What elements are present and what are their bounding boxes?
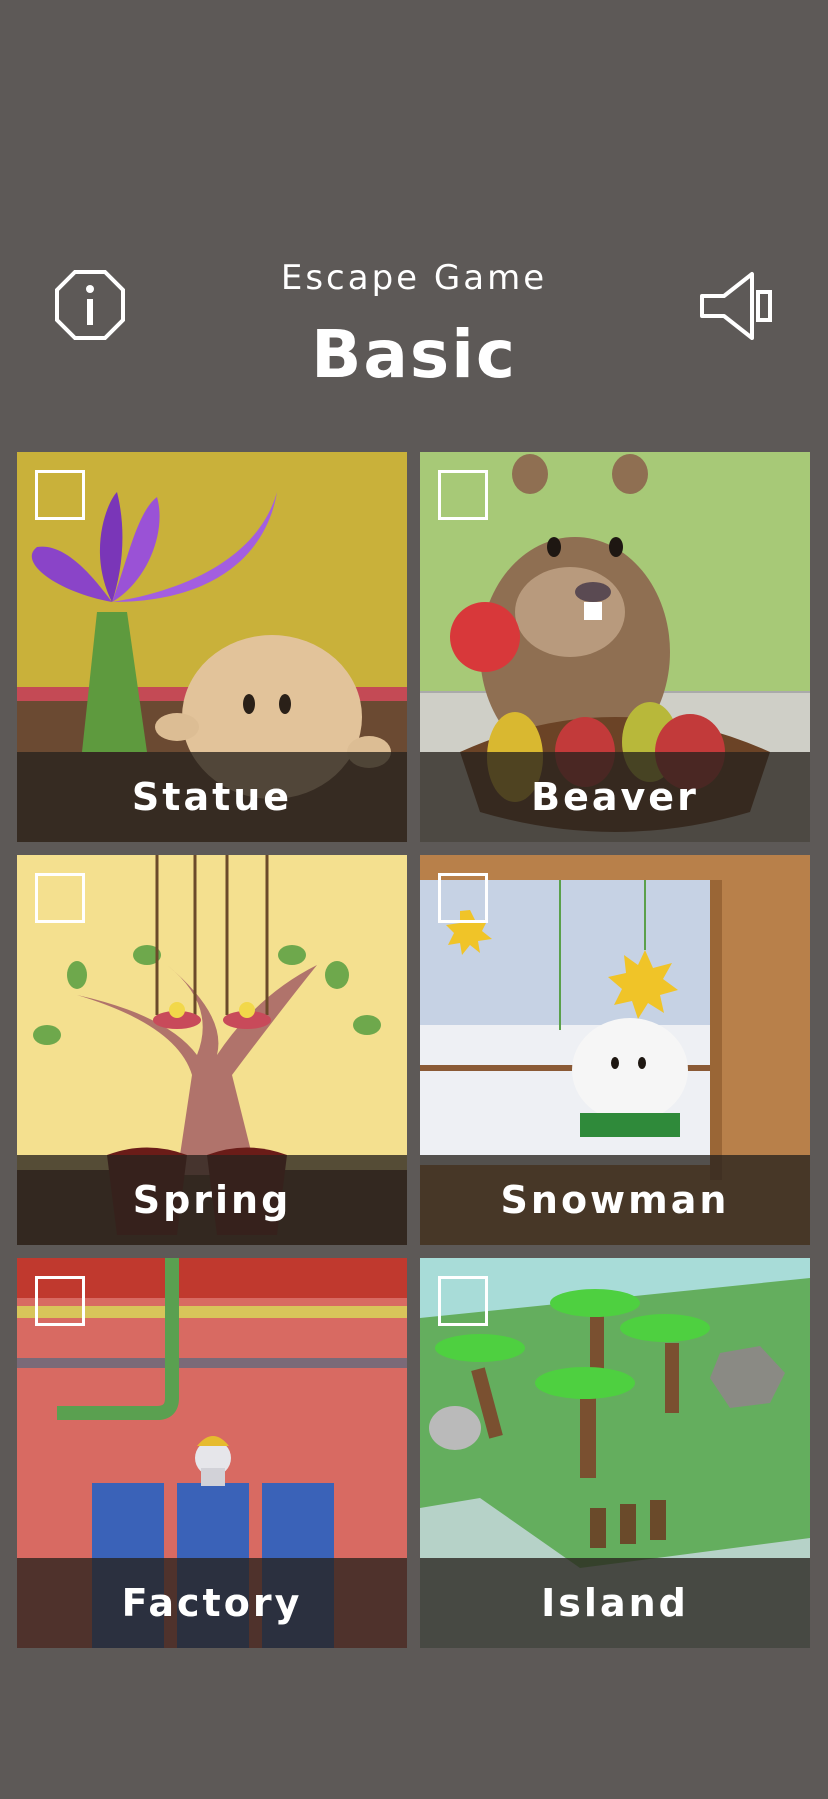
- level-label: Factory: [121, 1581, 303, 1625]
- level-label-bar: Spring: [17, 1155, 407, 1245]
- level-label: Beaver: [531, 775, 699, 819]
- level-label-bar: Island: [420, 1558, 810, 1648]
- level-label: Island: [541, 1581, 689, 1625]
- level-tile-statue[interactable]: Statue: [17, 452, 407, 842]
- level-label: Snowman: [500, 1178, 730, 1222]
- completion-checkbox: [35, 873, 85, 923]
- completion-checkbox: [438, 1276, 488, 1326]
- level-tile-snowman[interactable]: Snowman: [420, 855, 810, 1245]
- header: Escape Game Basic: [0, 0, 828, 440]
- level-tile-spring[interactable]: Spring: [17, 855, 407, 1245]
- level-label: Statue: [131, 775, 293, 819]
- level-tile-factory[interactable]: Factory: [17, 1258, 407, 1648]
- level-tile-island[interactable]: Island: [420, 1258, 810, 1648]
- completion-checkbox: [35, 1276, 85, 1326]
- level-label-bar: Factory: [17, 1558, 407, 1648]
- completion-checkbox: [35, 470, 85, 520]
- speaker-icon: [700, 272, 772, 340]
- completion-checkbox: [438, 873, 488, 923]
- level-label-bar: Beaver: [420, 752, 810, 842]
- level-label: Spring: [132, 1178, 292, 1222]
- level-label-bar: Snowman: [420, 1155, 810, 1245]
- completion-checkbox: [438, 470, 488, 520]
- level-grid: Statue Beaver Spring Snowman Factory Isl…: [17, 452, 811, 1648]
- sound-button[interactable]: [698, 270, 774, 342]
- level-tile-beaver[interactable]: Beaver: [420, 452, 810, 842]
- level-label-bar: Statue: [17, 752, 407, 842]
